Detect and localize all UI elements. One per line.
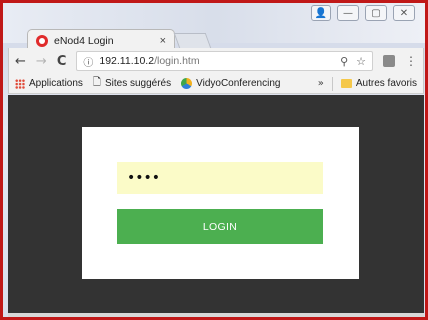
tab-close-icon[interactable]: × (160, 35, 166, 47)
user-profile-icon[interactable]: 👤 (311, 5, 331, 21)
bookmarks-bar: Applications 🗋 Sites suggérés VidyoConfe… (8, 74, 424, 94)
bookmark-label: Applications (29, 78, 83, 89)
bookmarks-divider (331, 76, 333, 91)
page-icon: 🗋 (92, 77, 101, 88)
address-bar[interactable]: ⓘ 192.11.10.2 /login.htm ⚲ ☆ (76, 51, 373, 71)
page-viewport: •••• LOGIN (8, 95, 424, 313)
browser-toolbar: ← → C ⓘ 192.11.10.2 /login.htm ⚲ ☆ ⋮ (8, 48, 424, 74)
bookmark-suggested-sites[interactable]: 🗋 Sites suggérés (93, 75, 171, 92)
site-info-icon[interactable]: ⓘ (83, 54, 93, 69)
vidyo-icon (181, 78, 193, 89)
close-window-button[interactable]: ✕ (393, 5, 415, 21)
bookmark-star-icon[interactable]: ☆ (356, 55, 366, 68)
pin-icon[interactable]: ⚲ (340, 55, 348, 68)
reload-icon[interactable]: C (57, 54, 67, 69)
bookmark-vidyo[interactable]: VidyoConferencing (181, 78, 280, 89)
back-arrow-icon[interactable]: ← (15, 54, 26, 69)
bookmark-other-favorites[interactable]: Autres favoris (340, 78, 417, 89)
url-path: /login.htm (154, 55, 200, 67)
url-host: 192.11.10.2 (99, 55, 155, 67)
login-card: •••• LOGIN (82, 127, 359, 279)
bookmark-label: Sites suggérés (104, 78, 172, 89)
window-controls: 👤 — ▢ ✕ (311, 5, 415, 21)
forward-arrow-icon[interactable]: → (36, 54, 47, 69)
password-input[interactable]: •••• (117, 162, 323, 194)
more-bookmarks-icon[interactable]: » (318, 78, 324, 89)
bookmark-applications[interactable]: Applications (15, 78, 83, 89)
bookmark-label: Autres favoris (355, 78, 417, 89)
folder-icon (340, 79, 352, 88)
extension-icon[interactable] (383, 55, 395, 67)
window-bottom-edge (8, 313, 424, 317)
maximize-button[interactable]: ▢ (365, 5, 387, 21)
bookmark-label: VidyoConferencing (196, 78, 281, 89)
minimize-button[interactable]: — (337, 5, 359, 21)
browser-menu-icon[interactable]: ⋮ (405, 54, 417, 68)
apps-grid-icon (15, 78, 25, 89)
site-favicon-icon (36, 34, 48, 47)
login-button[interactable]: LOGIN (117, 209, 323, 244)
tab-title: eNod4 Login (54, 34, 114, 47)
